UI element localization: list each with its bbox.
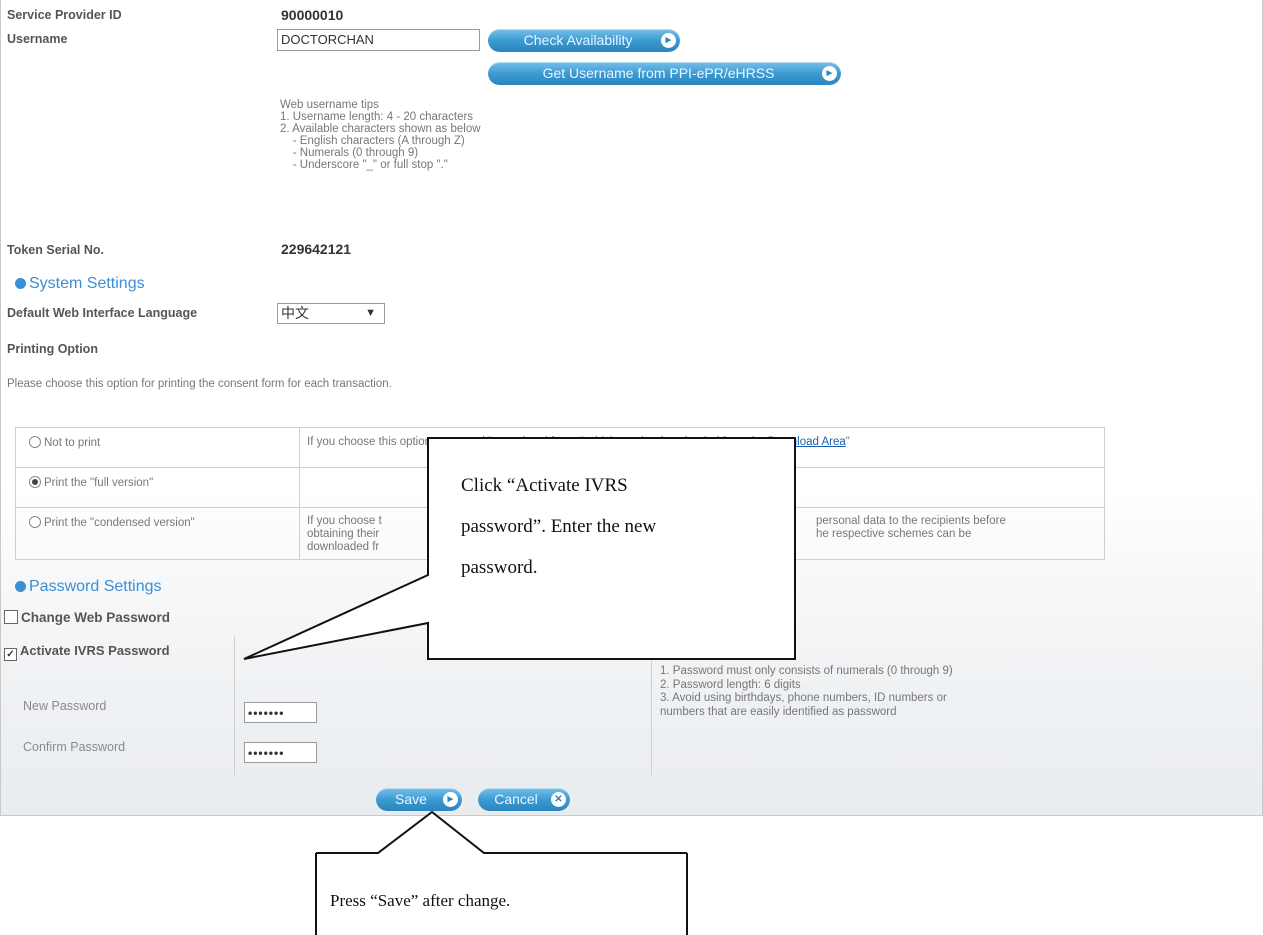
divider — [234, 636, 235, 776]
table-row: Not to print If you choose this option, … — [15, 427, 1105, 468]
change-web-password-checkbox[interactable] — [4, 610, 18, 624]
username-input[interactable]: DOCTORCHAN — [277, 29, 480, 51]
save-button[interactable]: Save ► — [376, 788, 462, 811]
option-desc-text: If you choose this option, you need "pre… — [307, 436, 768, 448]
system-settings-heading: System Settings — [15, 275, 145, 293]
username-label: Username — [7, 32, 68, 46]
divider — [651, 660, 652, 775]
confirm-password-input[interactable]: ••••••• — [244, 742, 317, 763]
activate-callout-text: Click “Activate IVRS password”. Enter th… — [461, 465, 656, 588]
save-callout-box — [315, 810, 688, 935]
arrow-right-icon: ► — [443, 792, 458, 807]
option-full-version[interactable]: Print the "full version" — [15, 467, 300, 508]
option-desc-line: obtaining their — [307, 528, 380, 540]
option-label: Print the "condensed version" — [44, 517, 195, 529]
save-label: Save — [395, 791, 427, 807]
download-area-link[interactable]: Download Area — [768, 436, 846, 448]
change-web-password-option[interactable]: Change Web Password — [4, 610, 170, 625]
radio-condensed-version[interactable] — [29, 516, 41, 528]
bullet-dot-icon — [15, 278, 26, 289]
confirm-password-label: Confirm Password — [23, 740, 126, 754]
new-password-label: New Password — [23, 699, 107, 713]
cancel-button[interactable]: Cancel ✕ — [478, 788, 570, 811]
option-description: If you choose t obtaining their download… — [299, 507, 1105, 560]
password-tips-fragment: s — [659, 651, 665, 663]
callout-line: password”. Enter the new — [461, 516, 657, 537]
callout-line: password. — [461, 557, 538, 578]
get-username-button[interactable]: Get Username from PPI-ePR/eHRSS ► — [488, 62, 841, 85]
option-label: Print the "full version" — [44, 477, 154, 489]
language-select[interactable]: 中文 ▼ — [277, 303, 385, 324]
token-serial-value: 229642121 — [281, 241, 352, 257]
service-provider-id-value: 90000010 — [281, 7, 344, 23]
activate-ivrs-password-option[interactable]: ✓ Activate IVRS Password — [4, 643, 170, 661]
password-settings-heading: Password Settings — [15, 578, 162, 596]
check-availability-label: Check Availability — [523, 32, 633, 48]
password-settings-title: Password Settings — [29, 578, 162, 595]
language-label: Default Web Interface Language — [7, 306, 198, 320]
token-serial-label: Token Serial No. — [7, 243, 105, 257]
settings-panel: Service Provider ID 90000010 Username DO… — [0, 0, 1263, 816]
service-provider-id-label: Service Provider ID — [7, 8, 122, 22]
option-desc-line: personal data to the recipients before — [816, 515, 1006, 527]
get-username-label: Get Username from PPI-ePR/eHRSS — [542, 65, 775, 81]
password-tips: 1. Password must only consists of numera… — [660, 665, 953, 718]
new-password-input[interactable]: ••••••• — [244, 702, 317, 723]
close-icon: ✕ — [551, 792, 566, 807]
username-tips: Web username tips 1. Username length: 4 … — [280, 99, 481, 171]
activate-ivrs-label: Activate IVRS Password — [20, 643, 170, 658]
chevron-down-icon: ▼ — [365, 307, 376, 319]
option-not-to-print[interactable]: Not to print — [15, 427, 300, 468]
save-callout-text: Press “Save” after change. — [330, 891, 511, 910]
activate-ivrs-checkbox[interactable]: ✓ — [4, 648, 17, 661]
option-label: Not to print — [44, 437, 101, 449]
option-desc-line: he respective schemes can be — [816, 528, 972, 540]
bullet-dot-icon — [15, 581, 26, 592]
option-description — [299, 467, 1105, 508]
printing-option-prompt: Please choose this option for printing t… — [7, 378, 392, 390]
option-description: If you choose this option, you need "pre… — [299, 427, 1105, 468]
language-select-value: 中文 — [281, 305, 309, 321]
system-settings-title: System Settings — [29, 275, 145, 292]
callout-line: Click “Activate IVRS — [461, 475, 628, 496]
arrow-right-icon: ► — [822, 66, 837, 81]
printing-option-label: Printing Option — [7, 342, 98, 356]
radio-not-to-print[interactable] — [29, 436, 41, 448]
radio-full-version[interactable] — [29, 476, 41, 488]
change-web-password-label: Change Web Password — [21, 610, 171, 625]
option-condensed-version[interactable]: Print the "condensed version" — [15, 507, 300, 560]
option-desc-line: downloaded fr — [307, 541, 380, 553]
cancel-label: Cancel — [494, 791, 538, 807]
check-availability-button[interactable]: Check Availability ► — [488, 29, 680, 52]
option-desc-suffix: " — [845, 436, 850, 448]
arrow-right-icon: ► — [661, 33, 676, 48]
